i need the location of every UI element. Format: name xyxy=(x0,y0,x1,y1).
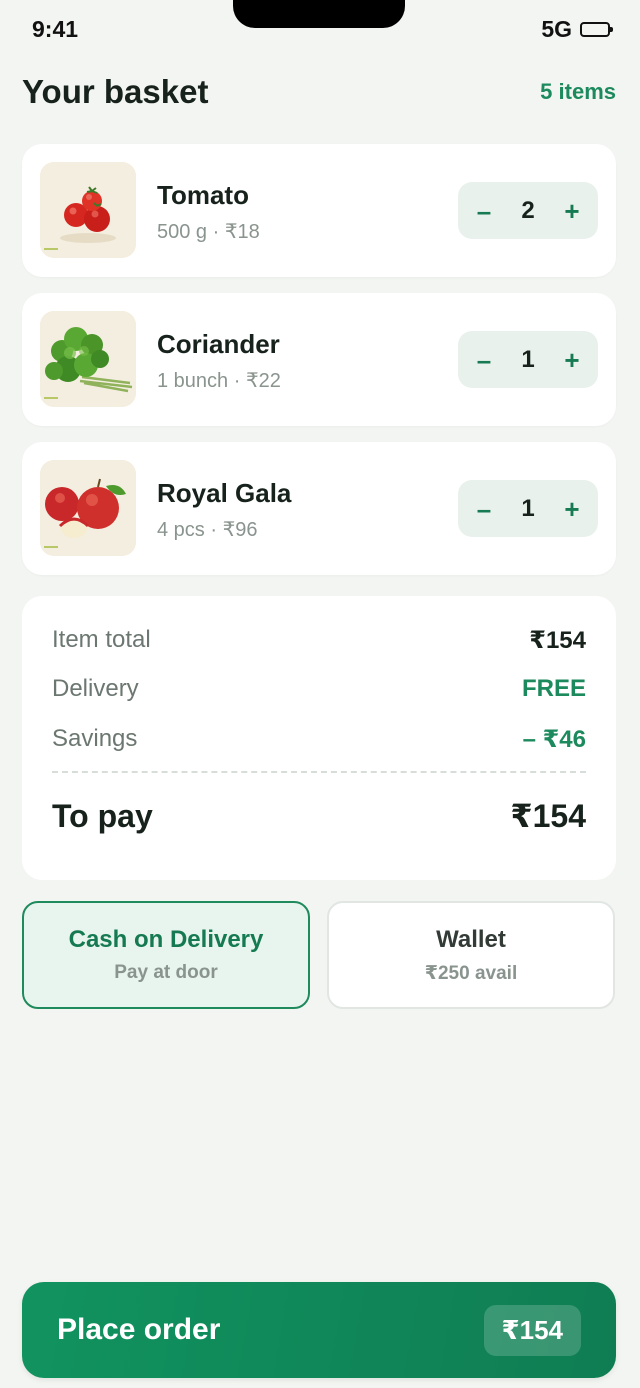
delivery-row: Delivery FREE xyxy=(52,674,586,704)
decrease-button[interactable]: – xyxy=(472,198,496,224)
quantity-stepper: – 1 + xyxy=(458,480,598,537)
item-total-value: ₹154 xyxy=(529,626,586,654)
status-indicators: 5G xyxy=(541,16,613,43)
payment-subtitle: Pay at door xyxy=(114,962,218,983)
increase-button[interactable]: + xyxy=(560,496,584,522)
bill-summary: Item total ₹154 Delivery FREE Savings – … xyxy=(22,596,616,880)
delivery-label: Delivery xyxy=(52,675,139,702)
place-order-button[interactable]: Place order ₹154 xyxy=(22,1282,616,1378)
item-name: Tomato xyxy=(157,180,249,210)
basket-item-coriander: Coriander 1 bunch · ₹22 – 1 + xyxy=(22,293,616,426)
payment-title: Cash on Delivery xyxy=(68,926,264,953)
savings-label: Savings xyxy=(52,725,138,752)
item-meta: 4 pcs · ₹96 xyxy=(157,519,258,541)
item-total-row: Item total ₹154 xyxy=(52,625,586,655)
coriander-image xyxy=(40,311,136,407)
item-name: Royal Gala xyxy=(157,478,292,508)
page-title: Your basket xyxy=(22,73,209,110)
payment-title: Wallet xyxy=(436,925,506,953)
place-order-label: Place order xyxy=(57,1313,221,1346)
payment-option-cod[interactable]: Cash on Delivery Pay at door xyxy=(22,901,310,1009)
camera-notch xyxy=(233,0,405,28)
quantity-value: 1 xyxy=(521,494,535,522)
quantity-value: 1 xyxy=(521,345,535,373)
basket-header: Your basket 5 items xyxy=(22,70,616,114)
basket-item-tomato: Tomato 500 g · ₹18 – 2 + xyxy=(22,144,616,277)
decrease-button[interactable]: – xyxy=(472,496,496,522)
quantity-stepper: – 2 + xyxy=(458,182,598,239)
to-pay-value: ₹154 xyxy=(510,798,586,834)
decrease-button[interactable]: – xyxy=(472,347,496,373)
savings-value: – ₹46 xyxy=(522,725,586,753)
item-name: Coriander xyxy=(157,329,280,359)
item-count[interactable]: 5 items xyxy=(540,79,616,105)
status-time: 9:41 xyxy=(32,16,79,42)
order-amount-badge: ₹154 xyxy=(483,1304,581,1356)
delivery-value: FREE xyxy=(521,675,586,702)
savings-row: Savings – ₹46 xyxy=(52,724,586,754)
apple-image xyxy=(40,460,136,556)
battery-icon xyxy=(580,22,613,37)
quantity-value: 2 xyxy=(521,196,535,224)
increase-button[interactable]: + xyxy=(560,198,584,224)
status-bar: 9:41 5G xyxy=(0,0,640,60)
tomato-image xyxy=(40,162,136,258)
payment-option-wallet[interactable]: Wallet ₹250 avail xyxy=(327,901,615,1009)
item-meta: 1 bunch · ₹22 xyxy=(157,370,281,392)
item-meta: 500 g · ₹18 xyxy=(157,221,260,243)
dashed-divider xyxy=(52,771,586,773)
to-pay-row: To pay ₹154 xyxy=(52,796,586,836)
basket-item-royal-gala: Royal Gala 4 pcs · ₹96 – 1 + xyxy=(22,442,616,575)
increase-button[interactable]: + xyxy=(560,347,584,373)
to-pay-label: To pay xyxy=(52,797,153,834)
item-total-label: Item total xyxy=(52,626,151,653)
payment-subtitle: ₹250 avail xyxy=(424,962,518,984)
quantity-stepper: – 1 + xyxy=(458,331,598,388)
network-indicator: 5G xyxy=(541,16,572,42)
